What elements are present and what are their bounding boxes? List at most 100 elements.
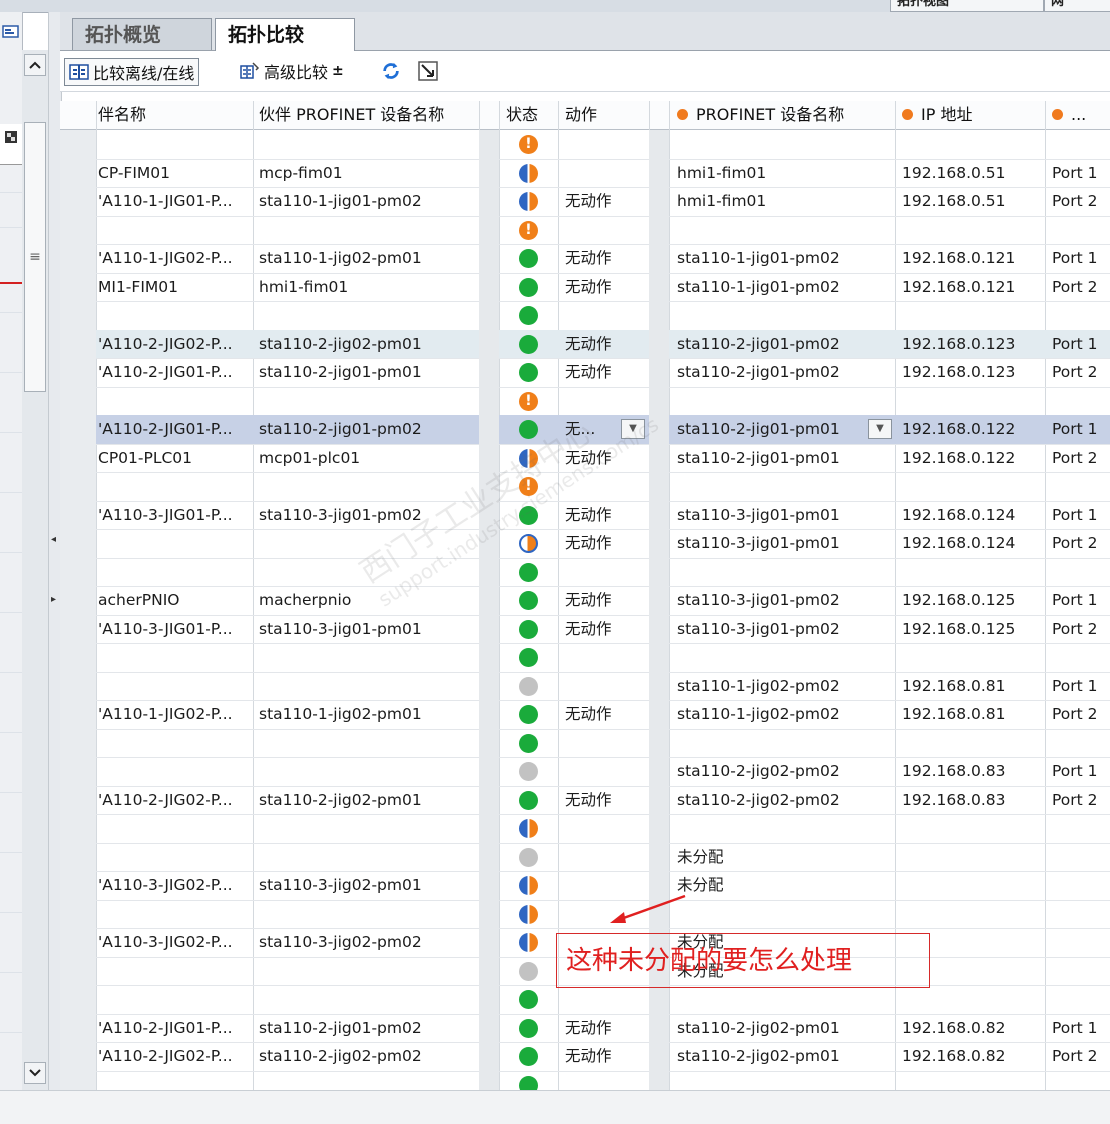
row-header[interactable] xyxy=(60,586,96,615)
row-header[interactable] xyxy=(60,1013,96,1042)
row-header[interactable] xyxy=(60,358,96,387)
table-row[interactable] xyxy=(60,728,1110,758)
row-header[interactable] xyxy=(60,500,96,529)
tab-topology-compare[interactable]: 拓扑比较 xyxy=(215,18,355,51)
table-row[interactable]: 'A110-3-JIG02-P... sta110-3-jig02-pm01 未分配 xyxy=(60,871,1110,901)
synchronize-button[interactable] xyxy=(418,58,438,84)
table-row[interactable]: 'A110-3-JIG01-P... sta110-3-jig01-pm02 无动作… xyxy=(60,500,1110,530)
horizontal-scroll-area[interactable] xyxy=(0,1090,1110,1124)
scroll-down-button[interactable] xyxy=(24,1062,46,1084)
row-header[interactable] xyxy=(60,842,96,871)
table-row[interactable]: CP01-PLC01 mcp01-plc01 无动作 sta110-2-jig01-p… xyxy=(60,443,1110,473)
table-row[interactable] xyxy=(60,643,1110,673)
table-row[interactable]: 'A110-1-JIG02-P... sta110-1-jig02-pm01 无动作… xyxy=(60,244,1110,274)
table-row[interactable] xyxy=(60,215,1110,245)
collapse-left-icon[interactable]: ◂ xyxy=(51,534,59,548)
compare-offline-online-button[interactable]: 比较离线/在线 xyxy=(64,58,200,86)
col-status[interactable]: 状态 xyxy=(506,101,556,129)
row-header[interactable] xyxy=(60,215,96,244)
topology-view-tab[interactable]: 拓扑视图 xyxy=(890,0,1044,12)
row-header[interactable] xyxy=(60,187,96,216)
row-header[interactable] xyxy=(60,272,96,301)
row-header[interactable] xyxy=(60,985,96,1014)
table-row[interactable]: 'A110-2-JIG01-P... sta110-2-jig01-pm02 无..… xyxy=(60,415,1110,445)
col-partner-name-label: 伴名称 xyxy=(98,105,147,124)
expand-right-icon[interactable]: ▸ xyxy=(51,594,59,608)
network-view-tab[interactable]: 网 xyxy=(1044,0,1110,12)
table-row[interactable]: CP-FIM01 mcp-fim01 hmi1-fim01 192.168.0.51 P… xyxy=(60,158,1110,188)
row-header[interactable] xyxy=(60,614,96,643)
table-row[interactable]: 'A110-2-JIG02-P... sta110-2-jig02-pm01 无动作… xyxy=(60,785,1110,815)
table-row[interactable]: acherPNIO macherpnio 无动作 sta110-3-jig01-pm0… xyxy=(60,586,1110,616)
ip-address-cell: 192.168.0.83 xyxy=(902,762,1006,780)
row-header[interactable] xyxy=(60,728,96,757)
table-row[interactable]: 'A110-2-JIG01-P... sta110-2-jig01-pm01 无动作… xyxy=(60,358,1110,388)
row-header[interactable] xyxy=(60,643,96,672)
status-ok-icon xyxy=(519,420,538,439)
row-header[interactable] xyxy=(60,415,96,444)
col-partner-profinet-name[interactable]: 伙伴 PROFINET 设备名称 xyxy=(259,101,477,129)
row-header[interactable] xyxy=(60,671,96,700)
status-mixed-icon xyxy=(519,904,538,924)
scrollbar-thumb[interactable]: ≡ xyxy=(24,122,46,392)
refresh-button[interactable] xyxy=(381,58,401,84)
row-header[interactable] xyxy=(60,158,96,187)
tab-topology-overview[interactable]: 拓扑概览 xyxy=(72,18,212,50)
advanced-compare-dropdown-icon[interactable]: ± xyxy=(332,63,344,79)
row-header[interactable] xyxy=(60,557,96,586)
scroll-up-button[interactable] xyxy=(24,54,46,76)
action-cell xyxy=(565,558,645,586)
table-row[interactable] xyxy=(60,130,1110,160)
table-row[interactable] xyxy=(60,557,1110,587)
col-port[interactable]: ... xyxy=(1052,101,1110,129)
row-header[interactable] xyxy=(60,700,96,729)
table-row[interactable]: 未分配 xyxy=(60,842,1110,872)
row-header[interactable] xyxy=(60,1070,96,1090)
table-row[interactable] xyxy=(60,814,1110,844)
col-profinet-name[interactable]: PROFINET 设备名称 xyxy=(677,101,897,129)
table-row[interactable] xyxy=(60,1070,1110,1090)
row-header[interactable] xyxy=(60,785,96,814)
row-header[interactable] xyxy=(60,529,96,558)
overview-vertical-scrollbar[interactable]: ≡ xyxy=(22,50,48,1090)
row-header[interactable] xyxy=(60,301,96,330)
row-header[interactable] xyxy=(60,899,96,928)
row-header[interactable] xyxy=(60,871,96,900)
row-header[interactable] xyxy=(60,1042,96,1071)
advanced-compare-button[interactable]: 高级比较 ± xyxy=(240,58,344,84)
profinet-name-cell: sta110-2-jig01-pm02 xyxy=(677,334,840,353)
table-row[interactable] xyxy=(60,985,1110,1015)
table-row[interactable]: 'A110-3-JIG01-P... sta110-3-jig01-pm01 无动作… xyxy=(60,614,1110,644)
device-thumbnail[interactable] xyxy=(0,124,22,165)
table-row[interactable]: sta110-1-jig02-pm02 192.168.0.81 Port 1 xyxy=(60,671,1110,701)
col-ip-address[interactable]: IP 地址 xyxy=(902,101,1042,129)
table-row[interactable] xyxy=(60,301,1110,331)
table-row[interactable]: MI1-FIM01 hmi1-fim01 无动作 sta110-1-jig01-pm0… xyxy=(60,272,1110,302)
col-partner-name[interactable]: 伴名称 xyxy=(98,101,248,129)
row-header[interactable] xyxy=(60,130,96,159)
table-row[interactable] xyxy=(60,472,1110,502)
row-header[interactable] xyxy=(60,814,96,843)
row-header[interactable] xyxy=(60,956,96,985)
row-header[interactable] xyxy=(60,386,96,415)
table-row[interactable] xyxy=(60,899,1110,929)
table-row[interactable]: 'A110-2-JIG02-P... sta110-2-jig02-pm01 无动作… xyxy=(60,329,1110,359)
table-row[interactable]: 'A110-1-JIG01-P... sta110-1-jig01-pm02 无动作… xyxy=(60,187,1110,217)
table-row[interactable]: 'A110-2-JIG02-P... sta110-2-jig02-pm02 无动作… xyxy=(60,1042,1110,1072)
row-header[interactable] xyxy=(60,329,96,358)
row-header[interactable] xyxy=(60,244,96,273)
table-row[interactable]: 'A110-2-JIG01-P... sta110-2-jig01-pm02 无动作… xyxy=(60,1013,1110,1043)
action-cell xyxy=(565,387,645,415)
table-row[interactable] xyxy=(60,386,1110,416)
row-header[interactable] xyxy=(60,472,96,501)
panel-toggle-icon[interactable] xyxy=(2,24,20,40)
col-action[interactable]: 动作 xyxy=(565,101,645,129)
action-dropdown-button[interactable]: ▼ xyxy=(621,419,645,439)
profinet-name-dropdown-button[interactable]: ▼ xyxy=(868,419,892,439)
row-header[interactable] xyxy=(60,443,96,472)
row-header[interactable] xyxy=(60,757,96,786)
table-row[interactable]: sta110-2-jig02-pm02 192.168.0.83 Port 1 xyxy=(60,757,1110,787)
table-row[interactable]: 'A110-1-JIG02-P... sta110-1-jig02-pm01 无动作… xyxy=(60,700,1110,730)
row-header[interactable] xyxy=(60,928,96,957)
table-row[interactable]: 无动作 sta110-3-jig01-pm01 192.168.0.124 Port … xyxy=(60,529,1110,559)
